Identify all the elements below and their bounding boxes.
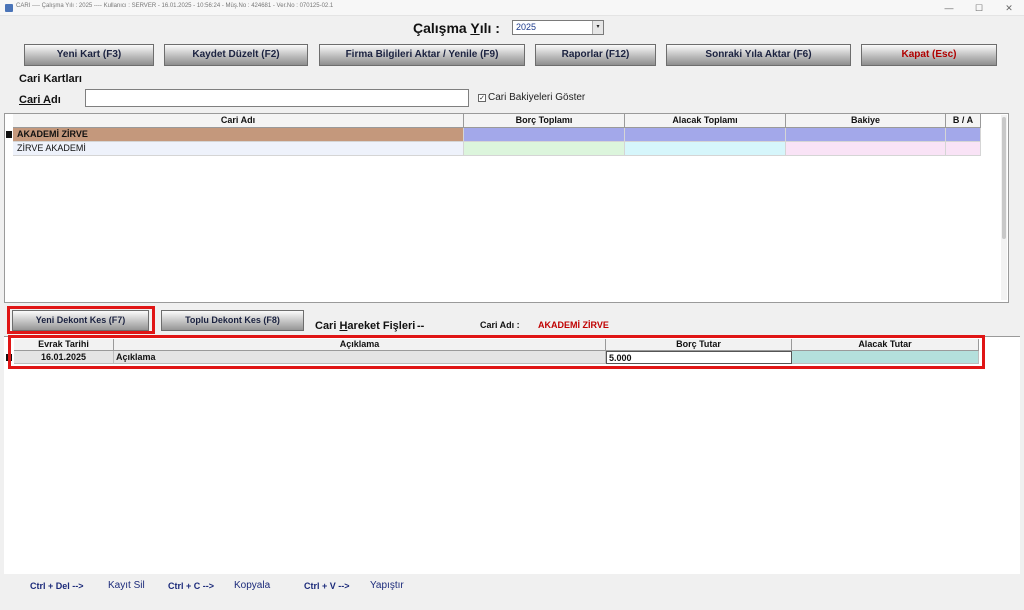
column-header-cari-name[interactable]: Cari Adı bbox=[13, 114, 464, 128]
bulk-receipt-button[interactable]: Toplu Dekont Kes (F8) bbox=[161, 310, 304, 331]
main-window: CARI ---- Çalışma Yılı : 2025 ---- Kulla… bbox=[0, 0, 1024, 610]
movements-cari-value: AKADEMİ ZİRVE bbox=[538, 320, 609, 330]
table-row-debit[interactable] bbox=[464, 142, 625, 156]
year-label: Çalışma Yılı : bbox=[413, 20, 500, 36]
next-year-transfer-button[interactable]: Sonraki Yıla Aktar (F6) bbox=[666, 44, 851, 66]
app-icon bbox=[5, 4, 13, 12]
shortcut-action-copy: Kopyala bbox=[234, 580, 271, 591]
year-value: 2025 bbox=[516, 22, 537, 32]
maximize-button[interactable]: ☐ bbox=[964, 0, 994, 16]
reports-button[interactable]: Raporlar (F12) bbox=[535, 44, 656, 66]
shortcut-action-delete: Kayıt Sil bbox=[108, 580, 145, 591]
shortcut-key-copy: Ctrl + C --> bbox=[168, 581, 215, 591]
scrollbar-thumb[interactable] bbox=[1002, 117, 1006, 239]
year-label-accel: Y bbox=[470, 20, 480, 36]
movements-cari-label: Cari Adı : bbox=[480, 320, 520, 330]
row-indicator bbox=[6, 131, 12, 138]
cari-cards-table: Cari Adı Borç Toplamı Alacak Toplamı Bak… bbox=[4, 113, 1009, 303]
shortcut-key-delete: Ctrl + Del --> bbox=[30, 581, 84, 591]
new-card-button[interactable]: Yeni Kart (F3) bbox=[24, 44, 154, 66]
show-balances-checkbox[interactable]: ✓ bbox=[478, 94, 486, 102]
table-row-debit[interactable] bbox=[464, 128, 625, 142]
cari-name-label-accel: A bbox=[43, 94, 51, 106]
window-title: CARI ---- Çalışma Yılı : 2025 ---- Kulla… bbox=[16, 3, 334, 9]
table-row-balance[interactable] bbox=[786, 142, 946, 156]
section-title-cards: Cari Kartları bbox=[19, 73, 82, 85]
shortcut-key-paste: Ctrl + V --> bbox=[304, 581, 350, 591]
table-row-name[interactable]: AKADEMİ ZİRVE bbox=[13, 128, 464, 142]
movements-title-part: areket Fişleri bbox=[347, 320, 416, 332]
shortcut-action-paste: Yapıştır bbox=[370, 580, 404, 591]
column-header-debit-total[interactable]: Borç Toplamı bbox=[464, 114, 625, 128]
table-row-name[interactable]: ZİRVE AKADEMİ bbox=[13, 142, 464, 156]
vertical-scrollbar[interactable] bbox=[1001, 115, 1007, 300]
title-bar: CARI ---- Çalışma Yılı : 2025 ---- Kulla… bbox=[0, 0, 1024, 16]
table-row-credit[interactable] bbox=[625, 128, 786, 142]
highlight-box-new-receipt bbox=[7, 306, 155, 334]
column-header-ba[interactable]: B / A bbox=[946, 114, 981, 128]
save-edit-button[interactable]: Kaydet Düzelt (F2) bbox=[164, 44, 308, 66]
cari-name-label-part: dı bbox=[51, 94, 61, 106]
movements-title: Cari Hareket Fişleri bbox=[315, 320, 415, 332]
table-row-credit[interactable] bbox=[625, 142, 786, 156]
year-label-part: Çalışma bbox=[413, 20, 471, 36]
cari-name-search-input[interactable] bbox=[85, 89, 469, 107]
table-row-ba[interactable] bbox=[946, 142, 981, 156]
year-select[interactable]: 2025 ▾ bbox=[512, 20, 604, 35]
close-window-button[interactable]: ✕ bbox=[994, 0, 1024, 16]
show-balances-label: Cari Bakiyeleri Göster bbox=[488, 92, 586, 103]
table-row-balance[interactable] bbox=[786, 128, 946, 142]
cari-name-label: Cari Adı bbox=[19, 94, 61, 106]
close-button[interactable]: Kapat (Esc) bbox=[861, 44, 997, 66]
company-transfer-button[interactable]: Firma Bilgileri Aktar / Yenile (F9) bbox=[319, 44, 525, 66]
movements-title-part: Cari bbox=[315, 320, 340, 332]
column-header-balance[interactable]: Bakiye bbox=[786, 114, 946, 128]
movements-separator: -- bbox=[417, 320, 425, 332]
table-row-ba[interactable] bbox=[946, 128, 981, 142]
shortcut-bar bbox=[0, 574, 1024, 610]
cari-name-label-part: Cari bbox=[19, 94, 44, 106]
movements-table: Evrak Tarihi Açıklama Borç Tutar Alacak … bbox=[4, 335, 1020, 574]
chevron-down-icon[interactable]: ▾ bbox=[592, 21, 603, 34]
year-label-part: ılı : bbox=[479, 20, 500, 36]
column-header-credit-total[interactable]: Alacak Toplamı bbox=[625, 114, 786, 128]
minimize-button[interactable]: — bbox=[934, 0, 964, 16]
highlight-box-movements bbox=[8, 335, 985, 369]
